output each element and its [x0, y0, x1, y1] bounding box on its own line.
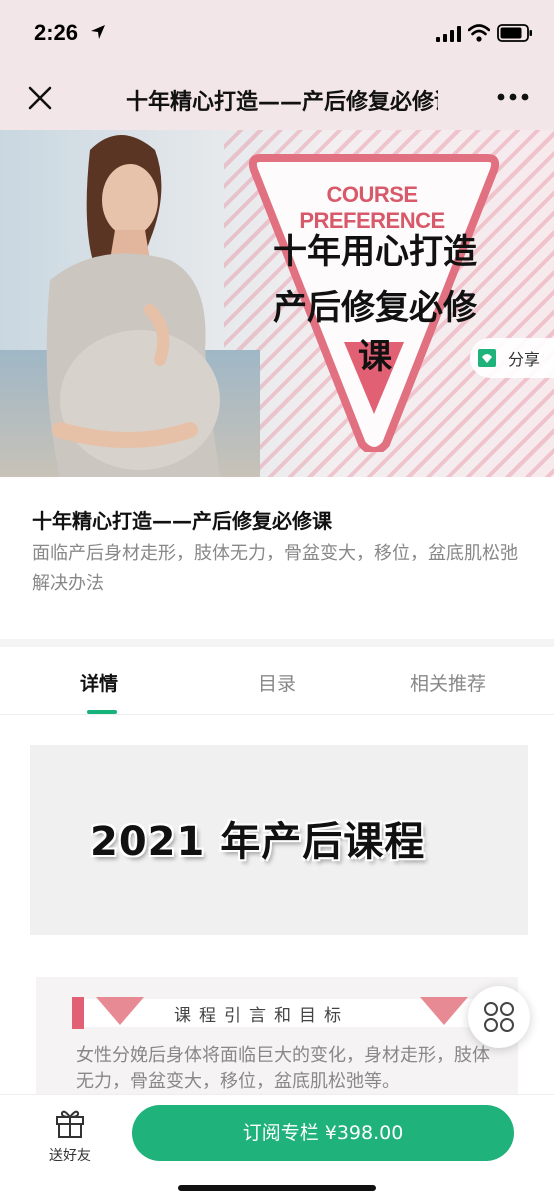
nav-bar: 十年精心打造——产后修复必修课	[0, 64, 554, 130]
year-banner-card: 2021 年产后课程	[30, 745, 528, 935]
intro-card: 课程引言和目标 女性分娩后身体将面临巨大的变化，身材走形，肢体无力，骨盆变大，移…	[36, 977, 518, 1107]
tab-details[interactable]: 详情	[80, 669, 118, 696]
close-icon[interactable]	[26, 84, 54, 112]
share-bookmark-icon	[478, 349, 496, 367]
pregnant-woman-photo	[46, 135, 221, 477]
wifi-icon	[468, 24, 490, 42]
status-bar: 2:26	[0, 0, 554, 64]
banner-headline-1: 十年用心打造	[273, 232, 477, 272]
intro-heading: 课程引言和目标	[174, 1006, 349, 1026]
year-banner-text: 2021 年产后课程	[90, 819, 426, 865]
gift-label: 送好友	[49, 1148, 91, 1164]
share-label: 分享	[508, 350, 541, 369]
tab-catalog[interactable]: 目录	[258, 669, 296, 696]
active-tab-indicator	[87, 710, 117, 714]
details-content: 2021 年产后课程 课程引言和目标 女性分娩后身体将面临巨大的变化，身材走形，…	[0, 715, 554, 1107]
left-triangle-decoration	[72, 997, 144, 1029]
bottom-action-bar: 送好友 订阅专栏 ¥398.00	[0, 1094, 554, 1200]
more-options-icon[interactable]	[496, 90, 530, 104]
intro-text: 女性分娩后身体将面临巨大的变化，身材走形，肢体无力，骨盆变大，移位，盆底肌松弛等…	[76, 1045, 490, 1092]
status-time: 2:26	[34, 20, 79, 45]
banner-headline-2: 产后修复必修课	[273, 288, 477, 377]
gift-to-friend-button[interactable]: 送好友	[38, 1107, 102, 1167]
cellular-signal-icon	[436, 26, 461, 42]
course-description: 面临产后身材走形，肢体无力，骨盆变大，移位，盆底肌松弛解决办法	[32, 543, 518, 594]
course-banner: COURSE PREFERENCE 十年用心打造 产后修复必修课 分享 专栏	[0, 130, 554, 477]
clover-grid-icon	[484, 1002, 514, 1032]
course-info: 十年精心打造——产后修复必修课 面临产后身材走形，肢体无力，骨盆变大，移位，盆底…	[0, 477, 554, 639]
course-title: 十年精心打造——产后修复必修课	[32, 509, 332, 533]
tab-bar: 详情 目录 相关推荐	[0, 647, 554, 715]
home-indicator	[178, 1185, 376, 1191]
share-button[interactable]: 分享	[470, 338, 554, 378]
gift-icon	[56, 1110, 84, 1138]
tab-recommendations[interactable]: 相关推荐	[410, 669, 486, 696]
location-arrow-icon	[91, 25, 105, 39]
battery-icon	[497, 24, 532, 42]
floating-menu-button[interactable]	[468, 986, 530, 1048]
nav-title: 十年精心打造——产后修复必修课	[126, 90, 438, 114]
subscribe-button[interactable]: 订阅专栏 ¥398.00	[132, 1105, 514, 1161]
